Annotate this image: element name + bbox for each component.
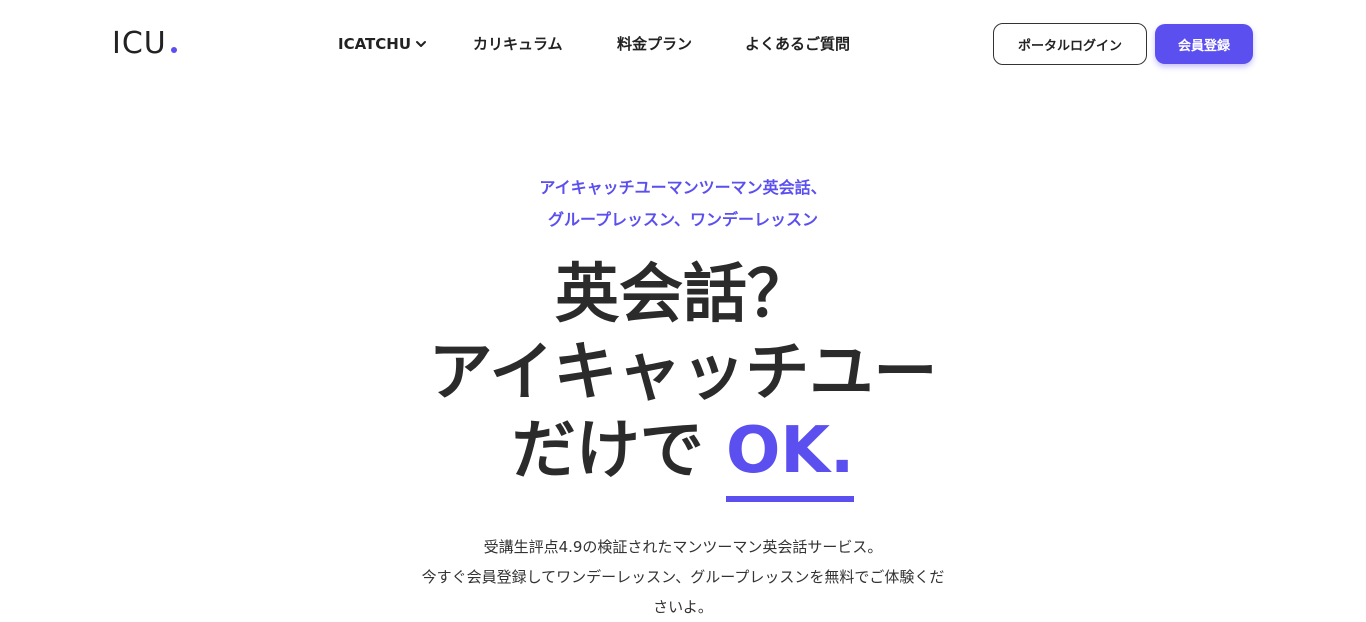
nav-item-label: 料金プラン xyxy=(617,35,693,53)
tagline-line: グループレッスン、ワンデーレッスン xyxy=(547,210,819,229)
nav-item-faq[interactable]: よくあるご質問 xyxy=(745,33,875,54)
tagline-line: アイキャッチユーマンツーマン英会話、 xyxy=(539,178,827,197)
logo-dot xyxy=(170,47,177,53)
headline-prefix: だけで xyxy=(511,414,726,488)
main-nav: ICATCHU カリキュラム 料金プラン よくあるご質問 xyxy=(338,33,875,54)
description-line: さいよ。 xyxy=(653,598,713,616)
hero-description: 受講生評点4.9の検証されたマンツーマン英会話サービス。 今すぐ会員登録してワン… xyxy=(403,532,963,622)
site-header: ICU ICATCHU カリキュラム 料金プラン よくあるご質問 ポータルログイ… xyxy=(0,0,1366,90)
nav-item-label: ICATCHU xyxy=(338,34,412,53)
description-line: 受講生評点4.9の検証されたマンツーマン英会話サービス。 xyxy=(483,538,883,556)
portal-login-button[interactable]: ポータルログイン xyxy=(993,23,1147,65)
hero-tagline: アイキャッチユーマンツーマン英会話、 グループレッスン、ワンデーレッスン xyxy=(0,172,1366,236)
hero-section: アイキャッチユーマンツーマン英会話、 グループレッスン、ワンデーレッスン 英会話… xyxy=(0,172,1366,622)
nav-item-pricing[interactable]: 料金プラン xyxy=(617,33,745,54)
headline-line: 英会話？ xyxy=(555,258,811,332)
nav-item-label: カリキュラム xyxy=(473,35,563,53)
headline-ok: OK. xyxy=(725,412,855,502)
nav-item-label: よくあるご質問 xyxy=(745,35,851,53)
nav-item-icatchu[interactable]: ICATCHU xyxy=(338,35,473,53)
description-line: 今すぐ会員登録してワンデーレッスン、グループレッスンを無料でご体験くだ xyxy=(421,568,945,586)
nav-item-curriculum[interactable]: カリキュラム xyxy=(473,33,617,54)
register-button[interactable]: 会員登録 xyxy=(1155,24,1253,64)
chevron-down-icon xyxy=(416,40,427,47)
hero-headline: 英会話？ アイキャッチユー だけで OK. xyxy=(0,256,1366,502)
headline-line: アイキャッチユー xyxy=(428,336,938,410)
logo[interactable]: ICU xyxy=(112,26,177,61)
logo-text: ICU xyxy=(112,26,167,61)
headline-line: だけで OK. xyxy=(0,412,1366,502)
